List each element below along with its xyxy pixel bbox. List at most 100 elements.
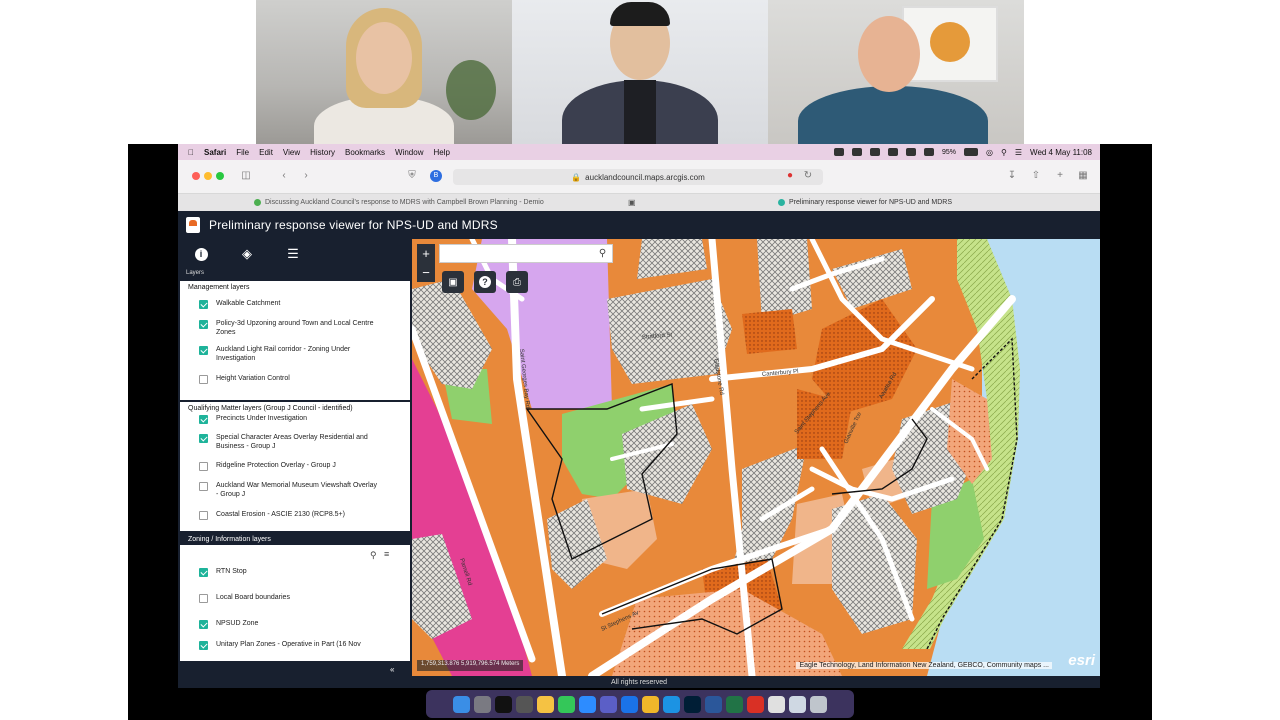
layer-item[interactable]: Special Character Areas Overlay Resident…	[180, 433, 410, 461]
layer-checkbox[interactable]	[199, 641, 208, 650]
coordinate-readout: 1,759,313.876 5,919,796.574 Meters	[417, 660, 524, 671]
layer-item[interactable]: Height Variation Control	[180, 374, 410, 392]
tab-viewer[interactable]: Preliminary response viewer for NPS-UD a…	[778, 194, 1078, 211]
tab-layers[interactable]: ◈	[224, 239, 270, 269]
map-view[interactable]: Saint Georges Bay Rd Gladstone Rd Canter…	[412, 239, 1100, 676]
volume-icon[interactable]	[924, 148, 934, 156]
layer-checkbox[interactable]	[199, 568, 208, 577]
apple-icon[interactable]: 	[188, 148, 194, 157]
print-button[interactable]: ⎙	[506, 271, 528, 293]
media-icon[interactable]	[852, 148, 862, 156]
zoom-window-button[interactable]	[216, 172, 224, 180]
acrobat-icon[interactable]	[747, 695, 764, 713]
filter-icon[interactable]: ≡	[384, 549, 389, 559]
layer-item[interactable]: Local Board boundaries	[180, 593, 410, 619]
search-icon[interactable]: ⚲	[597, 248, 608, 259]
menu-edit[interactable]: Edit	[259, 148, 273, 157]
messages-icon[interactable]	[558, 695, 575, 713]
wifi-icon[interactable]: ◎	[986, 148, 993, 157]
excel-icon[interactable]	[726, 695, 743, 713]
trash-icon[interactable]	[810, 695, 827, 713]
tab-overview-icon[interactable]: ▦	[1077, 170, 1089, 182]
layer-item[interactable]: Policy-3d Upzoning around Town and Local…	[180, 319, 410, 345]
control-center-icon[interactable]: ☰	[1015, 148, 1022, 157]
layer-label: Auckland Light Rail corridor - Zoning Un…	[216, 346, 351, 362]
notes-icon[interactable]	[537, 695, 554, 713]
spotlight-icon[interactable]: ⚲	[1001, 148, 1007, 157]
map-search-input[interactable]: ⚲	[439, 244, 613, 263]
layer-item[interactable]: NPSUD Zone	[180, 619, 410, 640]
menu-file[interactable]: File	[236, 148, 249, 157]
menu-history[interactable]: History	[310, 148, 335, 157]
layer-checkbox[interactable]	[199, 620, 208, 629]
word-icon[interactable]	[705, 695, 722, 713]
panel-tools: ⚲ ≡	[180, 545, 410, 567]
reload-icon[interactable]: ↻	[802, 170, 814, 182]
default-extent-button[interactable]: ▣	[442, 271, 464, 293]
layer-item[interactable]: Unitary Plan Zones - Operative in Part (…	[180, 640, 410, 652]
address-bar[interactable]: 🔒 aucklandcouncil.maps.arcgis.com	[453, 169, 823, 185]
finder-icon[interactable]	[453, 695, 470, 713]
settings-icon[interactable]	[516, 695, 533, 713]
downloads-icon[interactable]	[789, 695, 806, 713]
zoom-app-icon[interactable]	[579, 695, 596, 713]
layer-item[interactable]: Precincts Under Investigation	[180, 414, 410, 433]
terminal-icon[interactable]	[495, 695, 512, 713]
tab-legend[interactable]: ☰	[270, 239, 316, 269]
battery-icon[interactable]	[964, 148, 979, 156]
back-icon[interactable]: ‹	[278, 170, 290, 182]
share-icon[interactable]: ⇧	[1030, 170, 1042, 182]
layer-item[interactable]: Coastal Erosion - ASCIE 2130 (RCP8.5+)	[180, 510, 410, 522]
zoom-in-button[interactable]: +	[417, 244, 435, 263]
zoning-layers-panel: Zoning / Information layers ⚲ ≡ RTN Stop…	[180, 533, 410, 661]
layer-item[interactable]: Ridgeline Protection Overlay - Group J	[180, 461, 410, 481]
menu-app[interactable]: Safari	[204, 148, 226, 157]
launchpad-icon[interactable]	[474, 695, 491, 713]
recording-icon[interactable]: ●	[784, 170, 796, 182]
menu-view[interactable]: View	[283, 148, 300, 157]
search-icon[interactable]: ⚲	[370, 550, 377, 561]
keyboard-icon[interactable]	[870, 148, 880, 156]
tab-demio[interactable]: Discussing Auckland Council's response t…	[254, 194, 634, 211]
forward-icon[interactable]: ›	[300, 170, 312, 182]
preview-icon[interactable]	[768, 695, 785, 713]
bluetooth-icon[interactable]	[906, 148, 916, 156]
demio-favicon-icon	[254, 199, 261, 206]
collapse-sidebar-icon[interactable]: «	[390, 665, 394, 674]
privacy-shield-icon[interactable]: ⛨	[406, 170, 418, 182]
new-tab-icon[interactable]: +	[1054, 170, 1066, 182]
layer-item[interactable]: Walkable Catchment	[180, 299, 410, 319]
wifi-status-icon[interactable]	[888, 148, 898, 156]
screen-share-icon[interactable]	[834, 148, 844, 156]
tab-info[interactable]: i	[178, 239, 224, 269]
outlook-icon[interactable]	[621, 695, 638, 713]
layer-checkbox[interactable]	[199, 511, 208, 520]
layer-checkbox[interactable]	[199, 482, 208, 491]
layer-checkbox[interactable]	[199, 462, 208, 471]
layer-checkbox[interactable]	[199, 415, 208, 424]
layer-checkbox[interactable]	[199, 594, 208, 603]
zoom-out-button[interactable]: −	[417, 263, 435, 282]
safari-icon[interactable]	[663, 695, 680, 713]
teams-icon[interactable]	[600, 695, 617, 713]
menu-bookmarks[interactable]: Bookmarks	[345, 148, 385, 157]
menu-help[interactable]: Help	[433, 148, 449, 157]
layer-checkbox[interactable]	[199, 434, 208, 443]
layer-item[interactable]: Auckland War Memorial Museum Viewshaft O…	[180, 481, 410, 510]
download-icon[interactable]: ↧	[1006, 170, 1018, 182]
lightroom-icon[interactable]	[684, 695, 701, 713]
layer-checkbox[interactable]	[199, 320, 208, 329]
tab-audio-icon[interactable]: ▣	[628, 198, 636, 207]
layer-checkbox[interactable]	[199, 375, 208, 384]
minimize-window-button[interactable]	[204, 172, 212, 180]
help-button[interactable]: ?	[474, 271, 496, 293]
layer-checkbox[interactable]	[199, 346, 208, 355]
chrome-icon[interactable]	[642, 695, 659, 713]
layer-checkbox[interactable]	[199, 300, 208, 309]
extension-icon[interactable]: B	[430, 170, 442, 182]
menu-window[interactable]: Window	[395, 148, 423, 157]
layer-item[interactable]: RTN Stop	[180, 567, 410, 593]
layer-item[interactable]: Auckland Light Rail corridor - Zoning Un…	[180, 345, 410, 374]
sidebar-toggle-icon[interactable]: ◫	[240, 170, 252, 182]
close-window-button[interactable]	[192, 172, 200, 180]
